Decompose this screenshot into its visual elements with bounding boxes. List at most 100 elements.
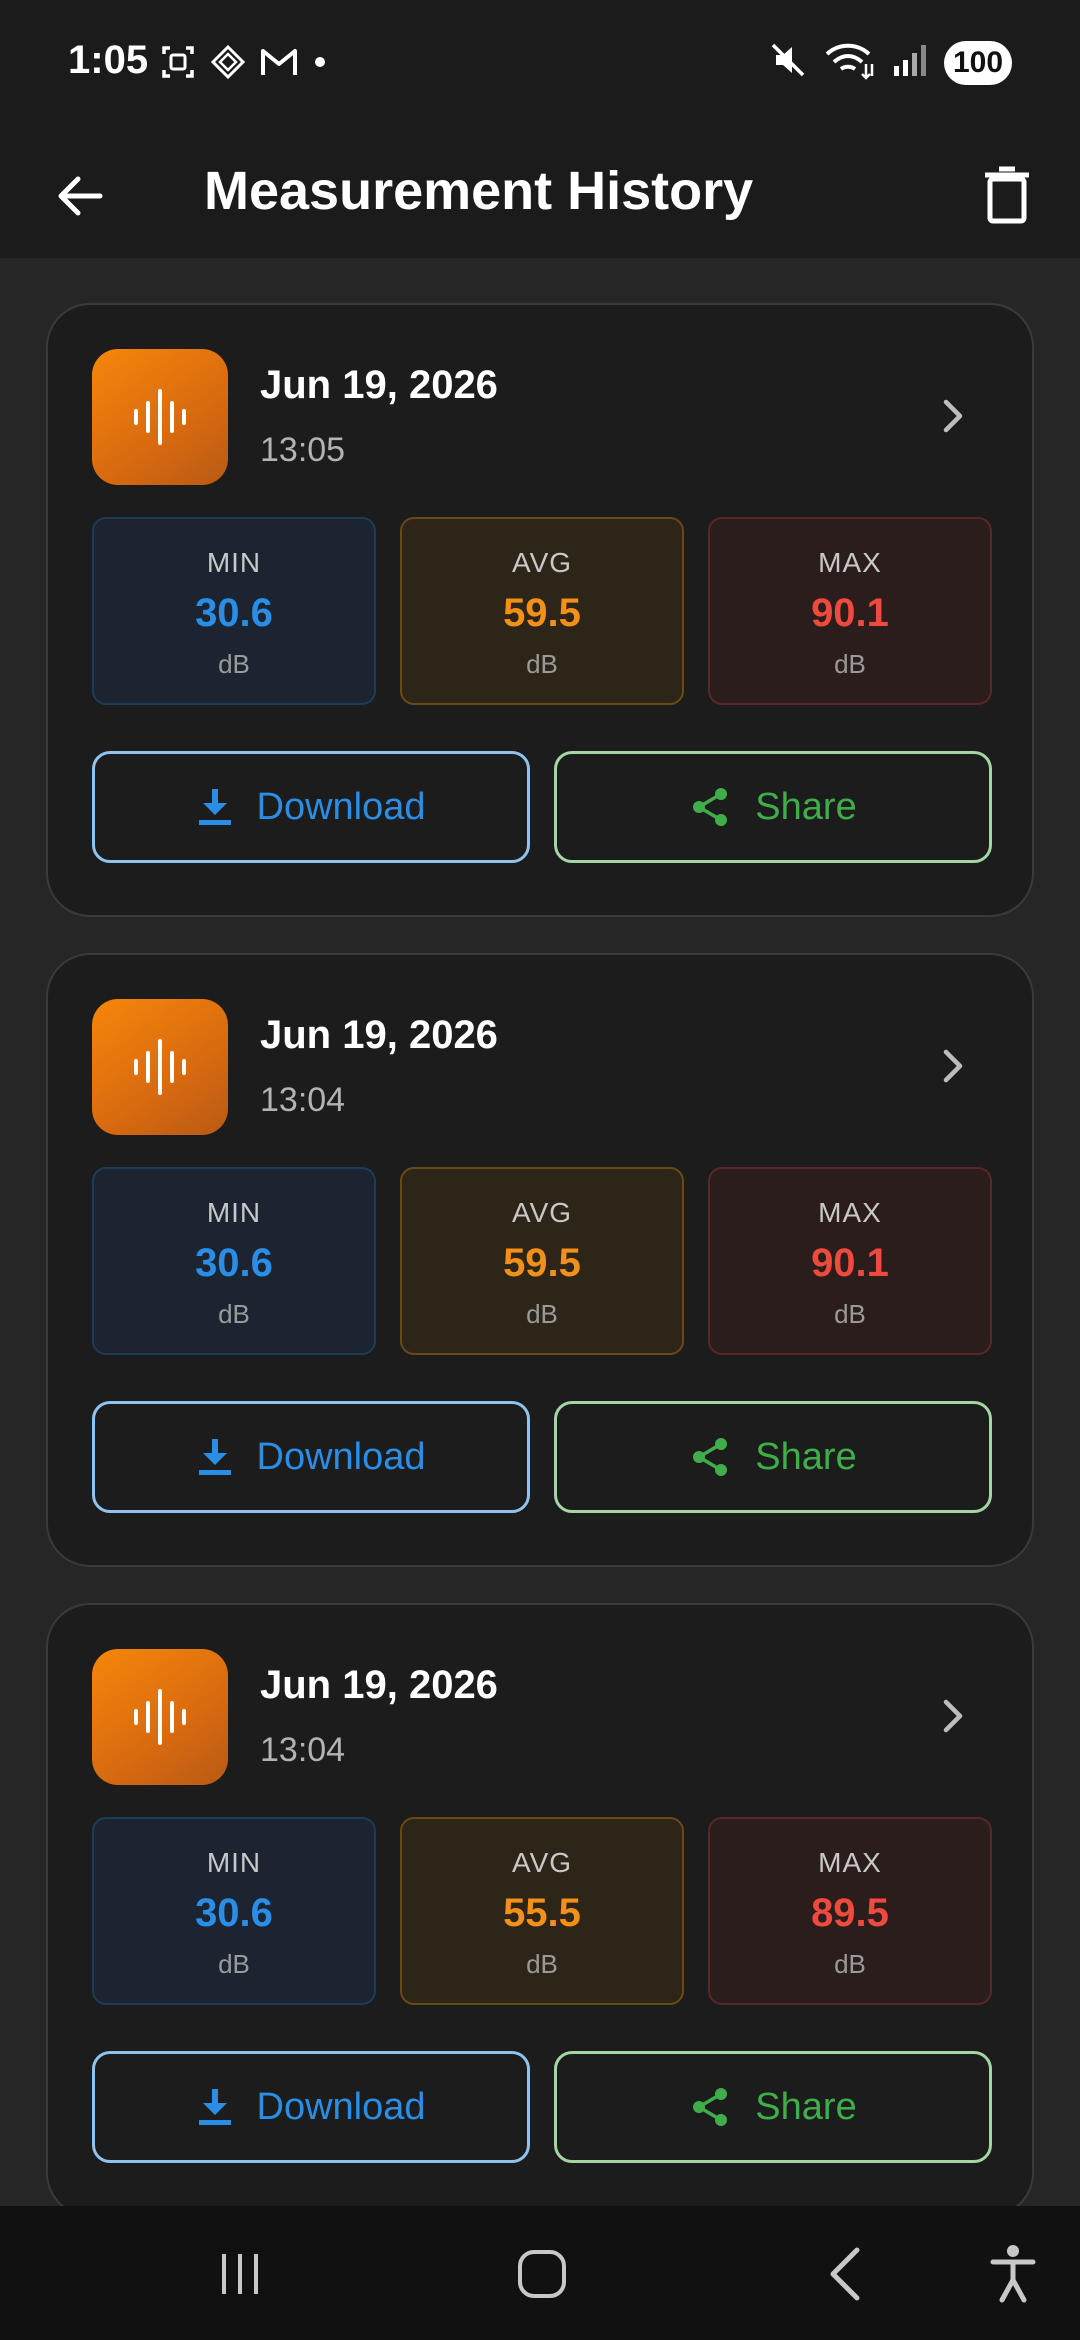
- card-open-button[interactable]: [928, 1691, 978, 1741]
- card-time: 13:04: [260, 1081, 346, 1119]
- share-button[interactable]: Share: [554, 2051, 992, 2163]
- stat-value: 89.5: [811, 1891, 889, 1935]
- chevron-right-icon: [943, 1049, 963, 1083]
- stat-min: MIN 30.6 dB: [92, 1167, 376, 1355]
- stat-label: AVG: [511, 547, 573, 578]
- download-label: Download: [256, 1435, 426, 1478]
- card-open-button[interactable]: [928, 1041, 978, 1091]
- sound-wave-icon: [134, 1039, 186, 1095]
- share-button[interactable]: Share: [554, 751, 992, 863]
- stat-min: MIN 30.6 dB: [92, 517, 376, 705]
- home-icon: [518, 2250, 566, 2298]
- stat-avg: AVG 59.5 dB: [400, 517, 684, 705]
- stat-max: MAX 89.5 dB: [708, 1817, 992, 2005]
- status-notification-icons: [160, 44, 328, 85]
- download-icon: [198, 1439, 231, 1475]
- stat-value: 55.5: [503, 1891, 581, 1935]
- stat-label: AVG: [511, 1197, 573, 1228]
- stat-max: MAX 90.1 dB: [708, 1167, 992, 1355]
- stat-avg: AVG 55.5 dB: [400, 1817, 684, 2005]
- stat-value: 30.6: [195, 591, 273, 635]
- share-button[interactable]: Share: [554, 1401, 992, 1513]
- sound-wave-icon: [134, 1689, 186, 1745]
- share-icon: [693, 1438, 728, 1476]
- share-label: Share: [755, 2085, 857, 2128]
- accessibility-icon: [990, 2245, 1036, 2303]
- stat-unit: dB: [218, 1299, 250, 1329]
- stat-label: MIN: [206, 1197, 262, 1228]
- stat-min: MIN 30.6 dB: [92, 1817, 376, 2005]
- stat-max: MAX 90.1 dB: [708, 517, 992, 705]
- stat-value: 90.1: [811, 1241, 889, 1285]
- download-button[interactable]: Download: [92, 1401, 530, 1513]
- stat-unit: dB: [526, 1949, 558, 1979]
- measurement-card[interactable]: Jun 19, 2026 13:04 MIN 30.6 dB AVG 59.5 …: [46, 953, 1034, 1567]
- measurement-card[interactable]: Jun 19, 2026 13:04 MIN 30.6 dB AVG 55.5 …: [46, 1603, 1034, 2206]
- screenshot-icon: [160, 44, 196, 85]
- gmail-icon: [260, 46, 298, 83]
- app-bar: Measurement History: [0, 128, 1080, 258]
- recents-icon: [222, 2254, 258, 2294]
- sound-wave-icon: [134, 389, 186, 445]
- stat-unit: dB: [526, 1299, 558, 1329]
- share-label: Share: [755, 1435, 857, 1478]
- trash-icon: [985, 166, 1029, 224]
- card-time: 13:05: [260, 431, 346, 469]
- mute-icon: [768, 40, 808, 85]
- download-label: Download: [256, 2085, 426, 2128]
- stat-unit: dB: [526, 649, 558, 679]
- download-icon: [198, 2089, 231, 2125]
- card-date: Jun 19, 2026: [260, 1013, 498, 1057]
- signal-icon: [892, 42, 928, 83]
- stat-unit: dB: [834, 1949, 866, 1979]
- card-icon: [92, 999, 228, 1135]
- nav-back-button[interactable]: [800, 2234, 890, 2314]
- chevron-right-icon: [943, 1699, 963, 1733]
- nav-accessibility-button[interactable]: [968, 2234, 1058, 2314]
- screen: 1:05 100 Measurement History Jun 19, 202…: [0, 0, 1080, 2340]
- stat-value: 30.6: [195, 1891, 273, 1935]
- nav-recents-button[interactable]: [195, 2234, 285, 2314]
- stat-label: MIN: [206, 1847, 262, 1878]
- stat-unit: dB: [218, 1949, 250, 1979]
- share-icon: [693, 2088, 728, 2126]
- share-icon: [693, 788, 728, 826]
- history-list[interactable]: Jun 19, 2026 13:05 MIN 30.6 dB AVG 59.5 …: [0, 258, 1080, 2206]
- stat-label: MAX: [818, 1197, 882, 1228]
- stat-unit: dB: [834, 649, 866, 679]
- stat-unit: dB: [218, 649, 250, 679]
- status-system-icons: 100: [768, 40, 1012, 85]
- stat-label: AVG: [511, 1847, 573, 1878]
- page-title: Measurement History: [204, 161, 754, 221]
- app-diamond-icon: [210, 44, 246, 85]
- back-button[interactable]: [40, 156, 120, 236]
- download-icon: [198, 789, 231, 825]
- card-date: Jun 19, 2026: [260, 1663, 498, 1707]
- card-icon: [92, 349, 228, 485]
- stat-value: 59.5: [503, 591, 581, 635]
- arrow-left-icon: [58, 176, 103, 216]
- system-nav-bar: [0, 2206, 1080, 2340]
- download-button[interactable]: Download: [92, 2051, 530, 2163]
- stat-label: MIN: [206, 547, 262, 578]
- measurement-card[interactable]: Jun 19, 2026 13:05 MIN 30.6 dB AVG 59.5 …: [46, 303, 1034, 917]
- stat-label: MAX: [818, 1847, 882, 1878]
- card-open-button[interactable]: [928, 391, 978, 441]
- wifi-icon: [824, 40, 876, 85]
- nav-home-button[interactable]: [497, 2234, 587, 2314]
- delete-all-button[interactable]: [964, 152, 1050, 238]
- share-label: Share: [755, 785, 857, 828]
- battery-indicator: 100: [944, 40, 1012, 85]
- stat-avg: AVG 59.5 dB: [400, 1167, 684, 1355]
- chevron-right-icon: [943, 399, 963, 433]
- card-icon: [92, 1649, 228, 1785]
- stat-unit: dB: [834, 1299, 866, 1329]
- status-time: 1:05: [68, 38, 149, 82]
- card-date: Jun 19, 2026: [260, 363, 498, 407]
- stat-value: 59.5: [503, 1241, 581, 1285]
- download-button[interactable]: Download: [92, 751, 530, 863]
- stat-label: MAX: [818, 547, 882, 578]
- stat-value: 30.6: [195, 1241, 273, 1285]
- status-bar: 1:05 100: [0, 0, 1080, 128]
- download-label: Download: [256, 785, 426, 828]
